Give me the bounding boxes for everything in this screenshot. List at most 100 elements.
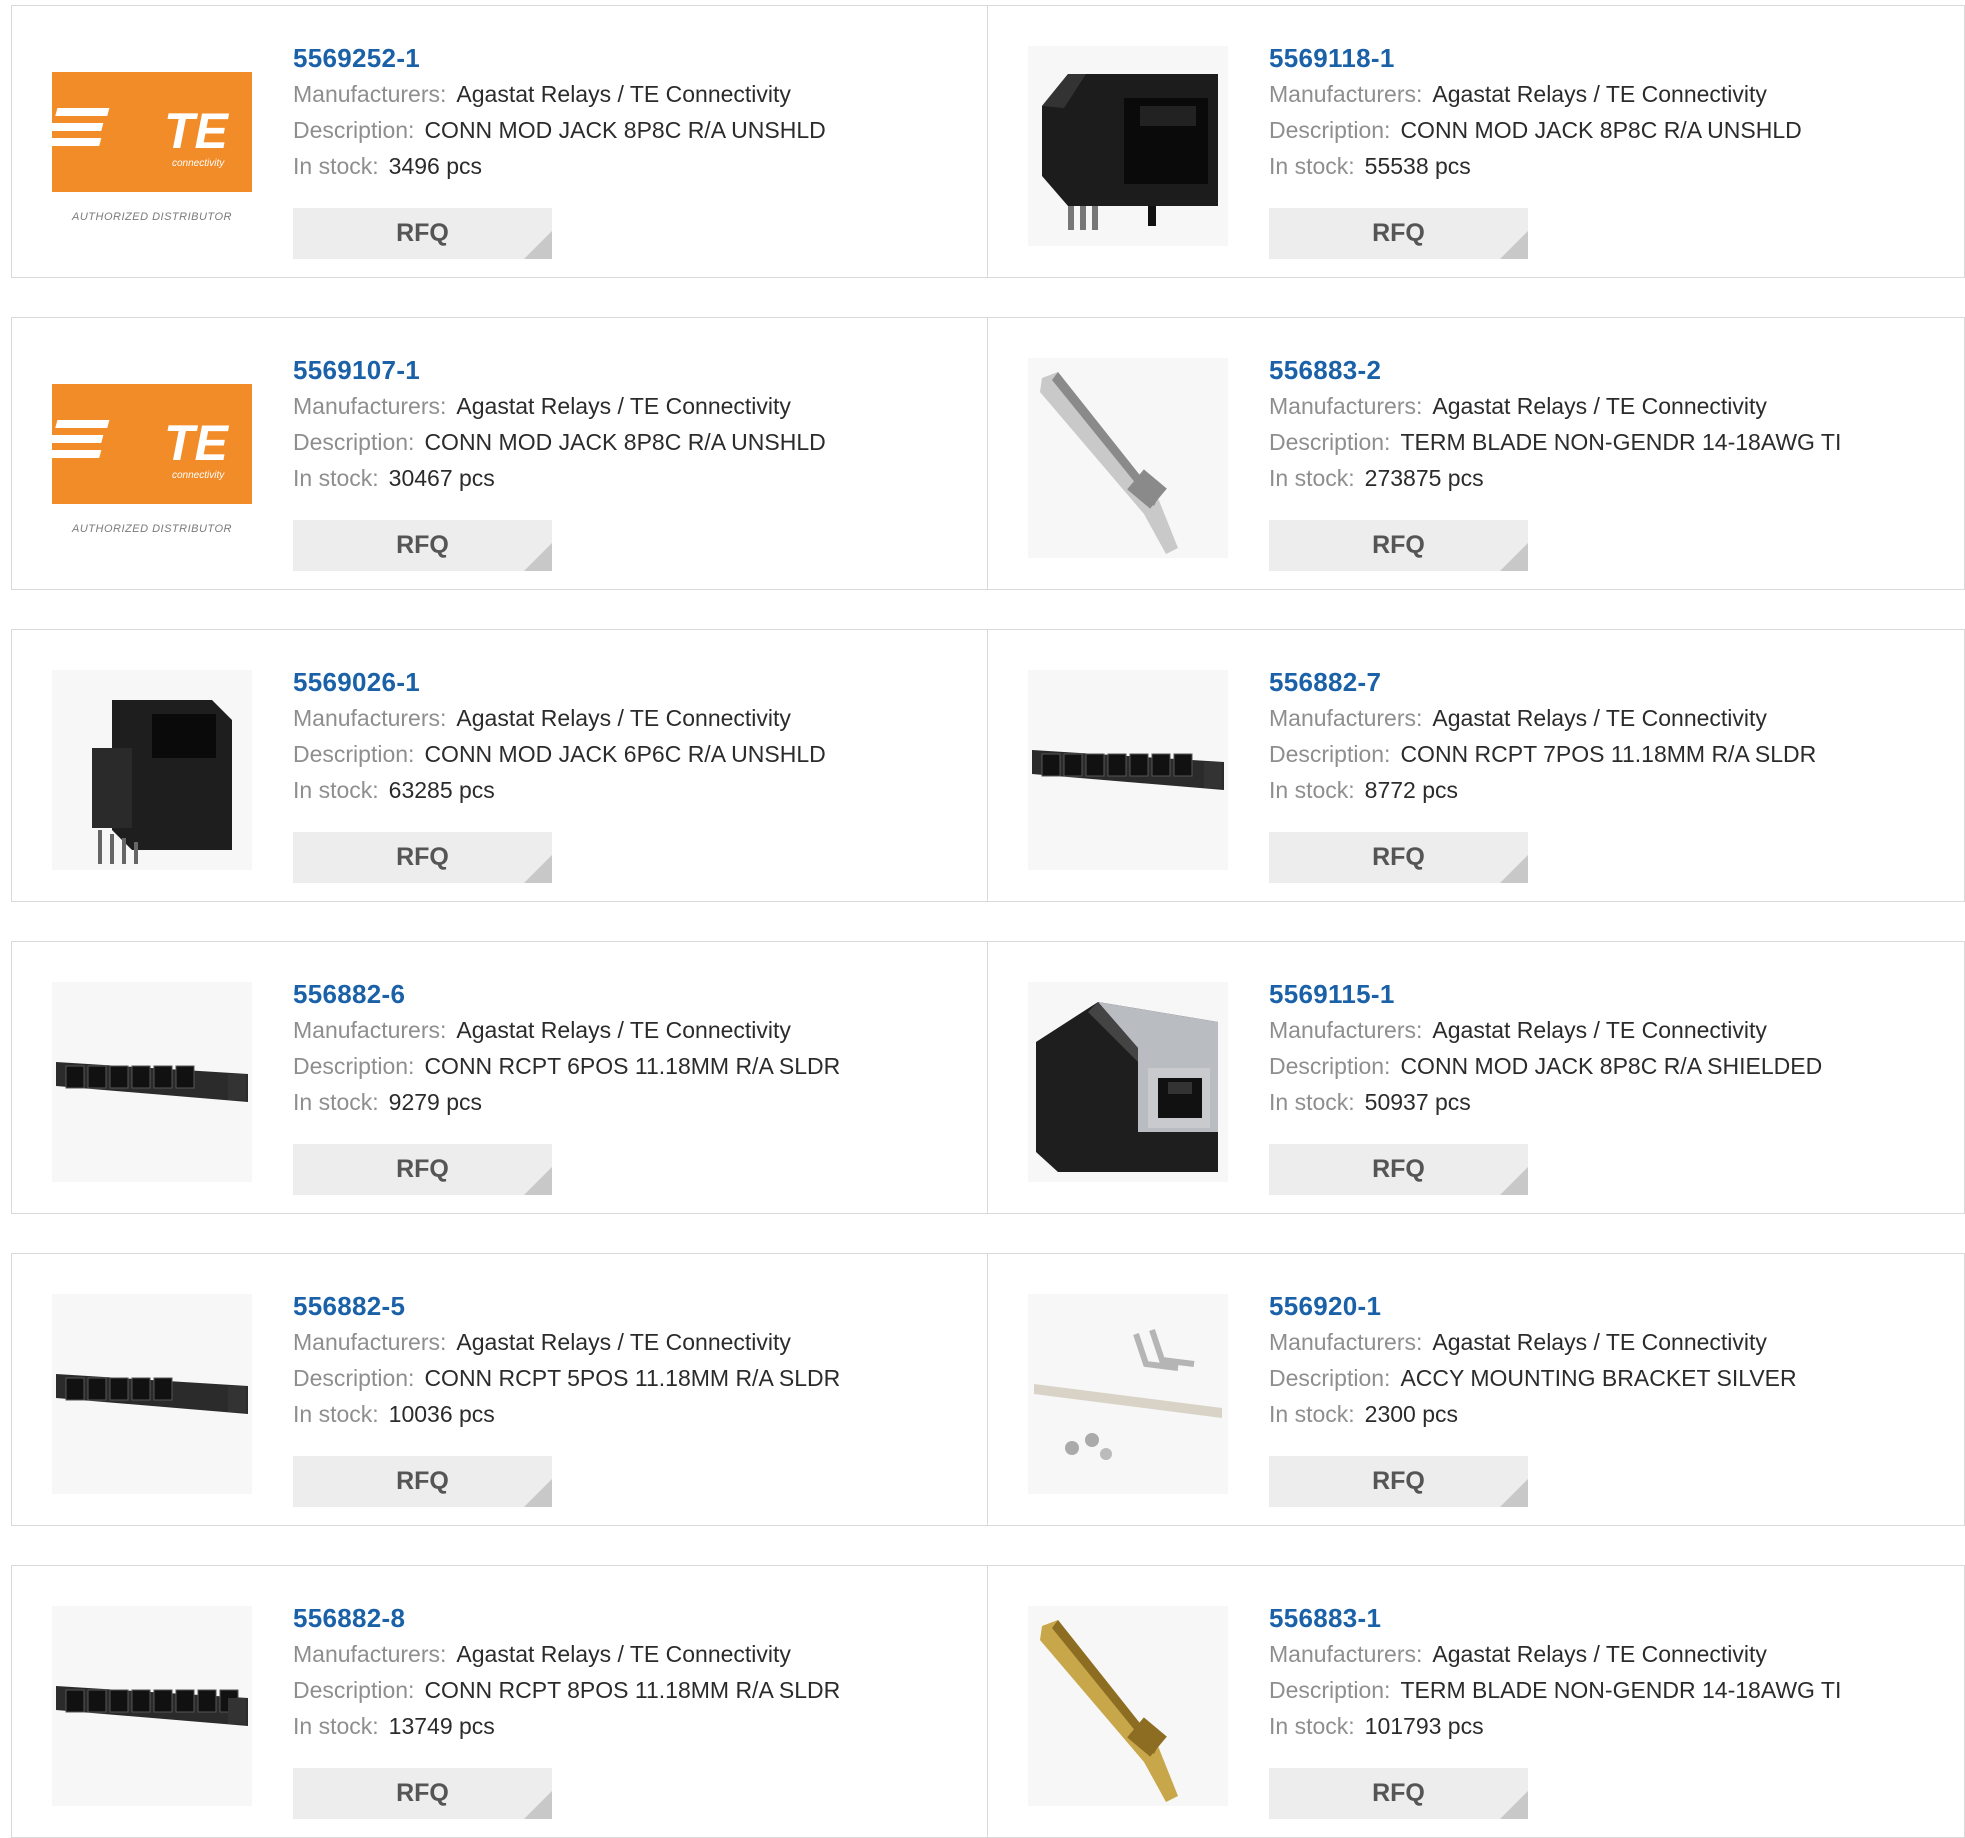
stock-row: In stock: 9279 pcs bbox=[293, 1084, 840, 1120]
stock-row: In stock: 8772 pcs bbox=[1269, 772, 1816, 808]
stock-label: In stock: bbox=[1269, 1401, 1355, 1427]
receptacle-strip-8-image bbox=[56, 1686, 248, 1726]
rfq-button[interactable]: RFQ bbox=[1269, 1456, 1528, 1507]
manufacturer-value: Agastat Relays / TE Connectivity bbox=[456, 1017, 791, 1043]
product-card: 556883-1 Manufacturers: Agastat Relays / … bbox=[988, 1565, 1965, 1838]
manufacturer-label: Manufacturers: bbox=[1269, 393, 1423, 419]
svg-text:AUTHORIZED DISTRIBUTOR: AUTHORIZED DISTRIBUTOR bbox=[71, 211, 232, 223]
description-label: Description: bbox=[293, 117, 415, 143]
product-image[interactable] bbox=[1028, 1294, 1228, 1494]
part-number-link[interactable]: 556882-8 bbox=[293, 1600, 840, 1636]
stock-value: 3496 pcs bbox=[388, 153, 483, 179]
modular-jack-black-image bbox=[1042, 74, 1218, 230]
part-number-link[interactable]: 556882-7 bbox=[1269, 664, 1816, 700]
rfq-corner-decoration bbox=[524, 1791, 552, 1819]
description-label: Description: bbox=[293, 1365, 415, 1391]
description-label: Description: bbox=[1269, 741, 1391, 767]
manufacturer-value: Agastat Relays / TE Connectivity bbox=[1432, 1329, 1767, 1355]
stock-value: 63285 pcs bbox=[388, 777, 495, 803]
product-image[interactable] bbox=[1028, 982, 1228, 1182]
rfq-corner-decoration bbox=[1500, 1167, 1528, 1195]
product-info: 5569252-1 Manufacturers: Agastat Relays /… bbox=[293, 40, 826, 184]
manufacturer-row: Manufacturers: Agastat Relays / TE Connec… bbox=[1269, 700, 1816, 736]
product-image[interactable] bbox=[52, 1606, 252, 1806]
part-number-link[interactable]: 556883-2 bbox=[1269, 352, 1841, 388]
stock-row: In stock: 273875 pcs bbox=[1269, 460, 1841, 496]
rfq-button[interactable]: RFQ bbox=[293, 832, 552, 883]
product-image[interactable] bbox=[52, 1294, 252, 1494]
product-info: 556882-6 Manufacturers: Agastat Relays / … bbox=[293, 976, 840, 1120]
description-row: Description: CONN RCPT 8POS 11.18MM R/A S… bbox=[293, 1672, 840, 1708]
rfq-button[interactable]: RFQ bbox=[1269, 1144, 1528, 1195]
description-label: Description: bbox=[1269, 117, 1391, 143]
stock-value: 30467 pcs bbox=[388, 465, 495, 491]
description-label: Description: bbox=[1269, 429, 1391, 455]
part-number-link[interactable]: 556882-5 bbox=[293, 1288, 840, 1324]
product-image[interactable]: TE connectivity AUTHORIZED DISTRIBUTOR bbox=[52, 358, 252, 558]
product-grid: TE connectivity AUTHORIZED DISTRIBUTOR 5… bbox=[11, 5, 1965, 1838]
part-number-link[interactable]: 5569107-1 bbox=[293, 352, 826, 388]
stock-row: In stock: 55538 pcs bbox=[1269, 148, 1802, 184]
rfq-label: RFQ bbox=[396, 843, 449, 871]
description-row: Description: CONN MOD JACK 8P8C R/A UNSHL… bbox=[1269, 112, 1802, 148]
product-info: 5569107-1 Manufacturers: Agastat Relays /… bbox=[293, 352, 826, 496]
product-image[interactable]: TE connectivity AUTHORIZED DISTRIBUTOR bbox=[52, 46, 252, 246]
rfq-button[interactable]: RFQ bbox=[1269, 1768, 1528, 1819]
manufacturer-value: Agastat Relays / TE Connectivity bbox=[456, 1329, 791, 1355]
product-image[interactable] bbox=[1028, 46, 1228, 246]
rfq-button[interactable]: RFQ bbox=[1269, 208, 1528, 259]
manufacturer-label: Manufacturers: bbox=[1269, 705, 1423, 731]
rfq-label: RFQ bbox=[1372, 1155, 1425, 1183]
description-row: Description: CONN RCPT 7POS 11.18MM R/A S… bbox=[1269, 736, 1816, 772]
part-number-link[interactable]: 5569252-1 bbox=[293, 40, 826, 76]
rfq-button[interactable]: RFQ bbox=[293, 1456, 552, 1507]
rfq-corner-decoration bbox=[1500, 1791, 1528, 1819]
modular-jack-vertical-image bbox=[92, 700, 232, 864]
part-number-link[interactable]: 556883-1 bbox=[1269, 1600, 1841, 1636]
description-value: CONN RCPT 5POS 11.18MM R/A SLDR bbox=[424, 1365, 841, 1391]
description-value: ACCY MOUNTING BRACKET SILVER bbox=[1400, 1365, 1797, 1391]
description-value: CONN MOD JACK 8P8C R/A UNSHLD bbox=[424, 429, 826, 455]
rfq-corner-decoration bbox=[524, 1479, 552, 1507]
rfq-label: RFQ bbox=[1372, 1779, 1425, 1807]
rfq-button[interactable]: RFQ bbox=[293, 1144, 552, 1195]
manufacturer-label: Manufacturers: bbox=[1269, 1641, 1423, 1667]
description-value: CONN RCPT 7POS 11.18MM R/A SLDR bbox=[1400, 741, 1817, 767]
description-label: Description: bbox=[1269, 1677, 1391, 1703]
stock-row: In stock: 2300 pcs bbox=[1269, 1396, 1797, 1432]
rfq-label: RFQ bbox=[396, 1467, 449, 1495]
product-image[interactable] bbox=[52, 670, 252, 870]
rfq-button[interactable]: RFQ bbox=[1269, 520, 1528, 571]
product-image[interactable] bbox=[52, 982, 252, 1182]
stock-label: In stock: bbox=[1269, 777, 1355, 803]
part-number-link[interactable]: 5569115-1 bbox=[1269, 976, 1822, 1012]
stock-value: 10036 pcs bbox=[388, 1401, 495, 1427]
product-image[interactable] bbox=[1028, 1606, 1228, 1806]
product-card: 556883-2 Manufacturers: Agastat Relays / … bbox=[988, 317, 1965, 590]
manufacturer-row: Manufacturers: Agastat Relays / TE Connec… bbox=[1269, 1636, 1841, 1672]
stock-row: In stock: 10036 pcs bbox=[293, 1396, 840, 1432]
stock-label: In stock: bbox=[1269, 465, 1355, 491]
manufacturer-row: Manufacturers: Agastat Relays / TE Connec… bbox=[1269, 1012, 1822, 1048]
part-number-link[interactable]: 5569026-1 bbox=[293, 664, 826, 700]
svg-text:TE: TE bbox=[164, 103, 230, 159]
rfq-label: RFQ bbox=[1372, 1467, 1425, 1495]
product-info: 556883-2 Manufacturers: Agastat Relays / … bbox=[1269, 352, 1841, 496]
rfq-button[interactable]: RFQ bbox=[1269, 832, 1528, 883]
description-row: Description: CONN MOD JACK 8P8C R/A UNSHL… bbox=[293, 112, 826, 148]
rfq-button[interactable]: RFQ bbox=[293, 520, 552, 571]
part-number-link[interactable]: 5569118-1 bbox=[1269, 40, 1802, 76]
description-value: CONN MOD JACK 6P6C R/A UNSHLD bbox=[424, 741, 826, 767]
stock-label: In stock: bbox=[1269, 1089, 1355, 1115]
product-image[interactable] bbox=[1028, 670, 1228, 870]
product-card: TE connectivity AUTHORIZED DISTRIBUTOR 5… bbox=[11, 5, 988, 278]
description-row: Description: CONN MOD JACK 8P8C R/A SHIEL… bbox=[1269, 1048, 1822, 1084]
product-image[interactable] bbox=[1028, 358, 1228, 558]
rfq-button[interactable]: RFQ bbox=[293, 208, 552, 259]
product-card: 556920-1 Manufacturers: Agastat Relays / … bbox=[988, 1253, 1965, 1526]
part-number-link[interactable]: 556882-6 bbox=[293, 976, 840, 1012]
part-number-link[interactable]: 556920-1 bbox=[1269, 1288, 1797, 1324]
manufacturer-row: Manufacturers: Agastat Relays / TE Connec… bbox=[293, 700, 826, 736]
description-row: Description: CONN MOD JACK 8P8C R/A UNSHL… bbox=[293, 424, 826, 460]
rfq-button[interactable]: RFQ bbox=[293, 1768, 552, 1819]
